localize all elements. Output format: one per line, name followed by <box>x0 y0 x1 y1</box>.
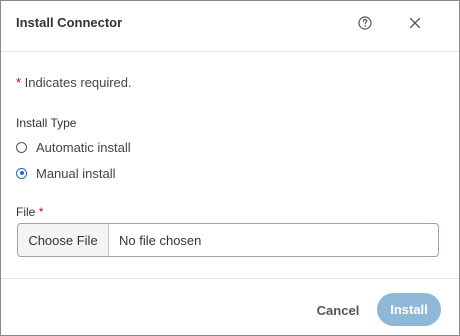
dialog-header: Install Connector <box>1 1 459 52</box>
radio-unchecked-icon <box>16 141 27 153</box>
footer-divider <box>1 278 459 279</box>
required-note: * Indicates required. <box>16 75 132 90</box>
dialog-title: Install Connector <box>16 15 123 30</box>
file-required-asterisk: * <box>38 205 44 219</box>
file-label-text: File <box>16 205 36 219</box>
manual-install-label: Manual install <box>36 165 116 181</box>
install-button[interactable]: Install <box>377 293 441 326</box>
help-circle-icon[interactable] <box>357 15 373 31</box>
required-note-text: Indicates required. <box>21 75 132 90</box>
automatic-install-radio[interactable]: Automatic install <box>16 139 131 155</box>
cancel-button[interactable]: Cancel <box>306 295 370 325</box>
manual-install-radio[interactable]: Manual install <box>16 165 116 181</box>
install-type-label: Install Type <box>16 116 77 130</box>
file-status: No file chosen <box>119 232 202 248</box>
install-connector-dialog: Install Connector * Indicates required. … <box>0 0 460 336</box>
file-label: File * <box>16 205 43 219</box>
automatic-install-label: Automatic install <box>36 139 131 155</box>
close-icon[interactable] <box>407 15 423 31</box>
file-input[interactable]: Choose File No file chosen <box>17 223 439 257</box>
radio-checked-icon <box>16 167 27 179</box>
choose-file-button[interactable]: Choose File <box>18 224 109 256</box>
